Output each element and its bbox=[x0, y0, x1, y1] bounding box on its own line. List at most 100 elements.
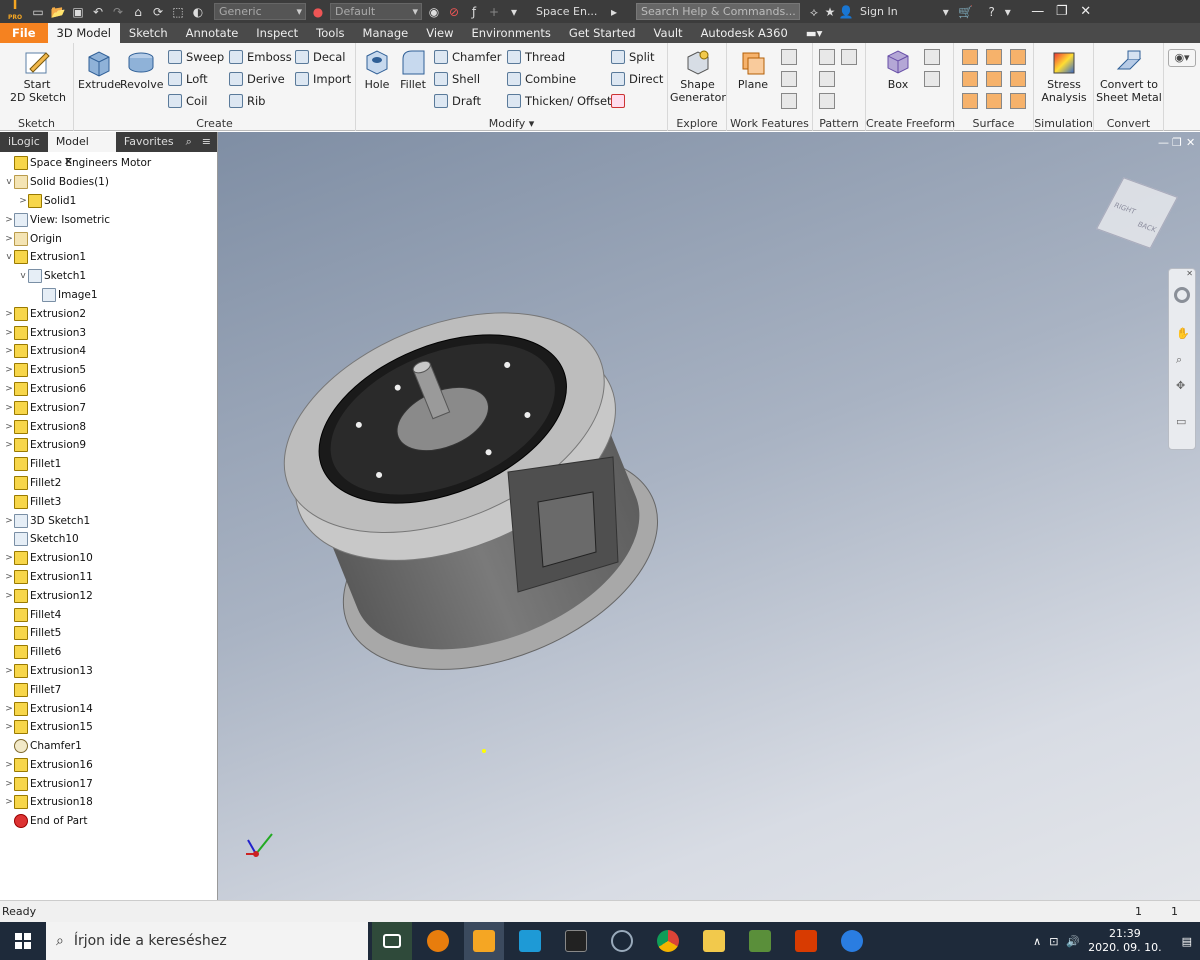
stitch-icon[interactable] bbox=[962, 49, 978, 65]
user-icon[interactable]: 👤 bbox=[838, 4, 854, 20]
tree-node[interactable]: Fillet3 bbox=[0, 492, 217, 511]
ccleaner-app[interactable] bbox=[510, 922, 550, 960]
expand-icon[interactable]: > bbox=[4, 422, 14, 432]
tree-node[interactable]: Fillet1 bbox=[0, 455, 217, 474]
tree-node[interactable]: Fillet4 bbox=[0, 605, 217, 624]
tree-node[interactable]: v Sketch1 bbox=[0, 267, 217, 286]
tree-node[interactable]: > Extrusion10 bbox=[0, 549, 217, 568]
combine-button[interactable]: Combine bbox=[507, 70, 576, 88]
inventor-app[interactable] bbox=[464, 922, 504, 960]
globe-icon[interactable]: ◐ bbox=[190, 4, 206, 20]
start-2d-sketch-button[interactable]: Start 2D Sketch bbox=[10, 47, 66, 104]
view-cube-back-face[interactable]: BACK bbox=[1136, 220, 1158, 234]
expand-icon[interactable]: > bbox=[4, 403, 14, 413]
sign-in-link[interactable]: Sign In bbox=[860, 5, 898, 18]
office-app[interactable] bbox=[786, 922, 826, 960]
extrude-button[interactable]: Extrude bbox=[78, 47, 121, 91]
close-window-icon[interactable]: ✕ bbox=[1074, 4, 1098, 19]
freeform-face-icon[interactable] bbox=[924, 49, 940, 65]
task-view-button[interactable] bbox=[372, 922, 412, 960]
patch-icon[interactable] bbox=[986, 49, 1002, 65]
tab-overflow-camera-icon[interactable]: ▬▾ bbox=[797, 23, 832, 43]
derive-button[interactable]: Derive bbox=[229, 70, 285, 88]
hole-button[interactable]: Hole bbox=[360, 47, 394, 91]
tab-tools[interactable]: Tools bbox=[307, 23, 353, 43]
tab-annotate[interactable]: Annotate bbox=[177, 23, 248, 43]
plus-icon[interactable]: + bbox=[486, 4, 502, 20]
decal-button[interactable]: Decal bbox=[295, 48, 346, 66]
system-clock[interactable]: 21:39 2020. 09. 10. bbox=[1088, 927, 1161, 955]
tab-inspect[interactable]: Inspect bbox=[247, 23, 307, 43]
tree-node[interactable]: Space Engineers Motor bbox=[0, 154, 217, 173]
ucs-icon[interactable] bbox=[781, 93, 797, 109]
cart-icon[interactable]: 🛒 bbox=[958, 4, 974, 20]
binoculars-icon[interactable]: ⟡ bbox=[806, 4, 822, 20]
expand-icon[interactable]: > bbox=[4, 234, 14, 244]
help-icon[interactable]: ? bbox=[984, 4, 1000, 20]
rectangular-pattern-icon[interactable] bbox=[819, 49, 835, 65]
tree-node[interactable]: Fillet6 bbox=[0, 643, 217, 662]
tree-node[interactable]: > Extrusion17 bbox=[0, 774, 217, 793]
expand-icon[interactable]: > bbox=[18, 196, 28, 206]
tree-node[interactable]: > Extrusion8 bbox=[0, 417, 217, 436]
stress-analysis-button[interactable]: Stress Analysis bbox=[1038, 47, 1090, 104]
repair-icon[interactable] bbox=[962, 93, 978, 109]
point-icon[interactable] bbox=[781, 71, 797, 87]
expand-icon[interactable]: > bbox=[4, 346, 14, 356]
chrome-app[interactable] bbox=[648, 922, 688, 960]
star-icon[interactable]: ★ bbox=[822, 4, 838, 20]
fx-icon[interactable]: ƒ bbox=[466, 4, 482, 20]
modify-panel-title[interactable]: Modify ▾ bbox=[356, 117, 667, 130]
tree-node[interactable]: >3D Sketch1 bbox=[0, 511, 217, 530]
thread-button[interactable]: Thread bbox=[507, 48, 565, 66]
expand-icon[interactable]: > bbox=[4, 309, 14, 319]
expand-icon[interactable]: > bbox=[4, 666, 14, 676]
ruled-surface-icon[interactable] bbox=[1010, 93, 1026, 109]
tray-chevron-icon[interactable]: ∧ bbox=[1033, 935, 1041, 948]
revolve-button[interactable]: Revolve bbox=[120, 47, 164, 91]
sweep-button[interactable]: Sweep bbox=[168, 48, 224, 66]
minimize-icon[interactable]: — bbox=[1026, 4, 1050, 19]
split-button[interactable]: Split bbox=[611, 48, 655, 66]
loft-button[interactable]: Loft bbox=[168, 70, 208, 88]
tree-node[interactable]: > Extrusion14 bbox=[0, 699, 217, 718]
expand-icon[interactable]: > bbox=[4, 215, 14, 225]
appearance-ball-icon[interactable]: ● bbox=[310, 4, 326, 20]
tab-manage[interactable]: Manage bbox=[354, 23, 418, 43]
emboss-button[interactable]: Emboss bbox=[229, 48, 292, 66]
tree-node[interactable]: > Extrusion6 bbox=[0, 380, 217, 399]
redo-icon[interactable]: ↷ bbox=[110, 4, 126, 20]
help-search-input[interactable]: Search Help & Commands... bbox=[636, 3, 800, 20]
tree-node[interactable]: v Extrusion1 bbox=[0, 248, 217, 267]
browser-menu-icon[interactable]: ≡ bbox=[196, 132, 217, 152]
customize-icon[interactable]: ▾ bbox=[506, 4, 522, 20]
expand-icon[interactable]: > bbox=[4, 760, 14, 770]
network-icon[interactable]: ⊡ bbox=[1049, 935, 1058, 948]
thicken-offset-button[interactable]: Thicken/ Offset bbox=[507, 92, 612, 110]
tree-node[interactable]: > Extrusion2 bbox=[0, 304, 217, 323]
expand-icon[interactable]: > bbox=[4, 440, 14, 450]
sketch-pattern-icon[interactable] bbox=[819, 93, 835, 109]
browser-tab-model[interactable]: Model ✕ bbox=[47, 132, 116, 168]
tab-vault[interactable]: Vault bbox=[645, 23, 692, 43]
home-icon[interactable]: ⌂ bbox=[130, 4, 146, 20]
inventor-logo[interactable]: I PRO bbox=[4, 0, 26, 23]
tree-node[interactable]: > Extrusion16 bbox=[0, 756, 217, 775]
browser-tab-favorites[interactable]: Favorites bbox=[116, 132, 182, 152]
tree-node[interactable]: > Extrusion12 bbox=[0, 586, 217, 605]
plane-button[interactable]: Plane bbox=[731, 47, 775, 91]
tab-file[interactable]: File bbox=[0, 23, 48, 43]
axis-icon[interactable] bbox=[781, 49, 797, 65]
draft-button[interactable]: Draft bbox=[434, 92, 481, 110]
navbar-close-icon[interactable]: ✕ bbox=[1186, 269, 1193, 278]
tree-node[interactable]: > Extrusion5 bbox=[0, 361, 217, 380]
steering-wheel-icon[interactable] bbox=[1174, 287, 1190, 303]
tree-node[interactable]: Fillet2 bbox=[0, 474, 217, 493]
restore-icon[interactable]: ❐ bbox=[1050, 4, 1074, 19]
tree-node[interactable]: > Extrusion18 bbox=[0, 793, 217, 812]
steam-app[interactable] bbox=[602, 922, 642, 960]
ribbon-options-icon[interactable]: ◉▾ bbox=[1168, 49, 1196, 67]
appearance-dropdown[interactable]: Default bbox=[330, 3, 422, 20]
expand-icon[interactable]: > bbox=[4, 704, 14, 714]
sculpt-icon[interactable] bbox=[1010, 49, 1026, 65]
